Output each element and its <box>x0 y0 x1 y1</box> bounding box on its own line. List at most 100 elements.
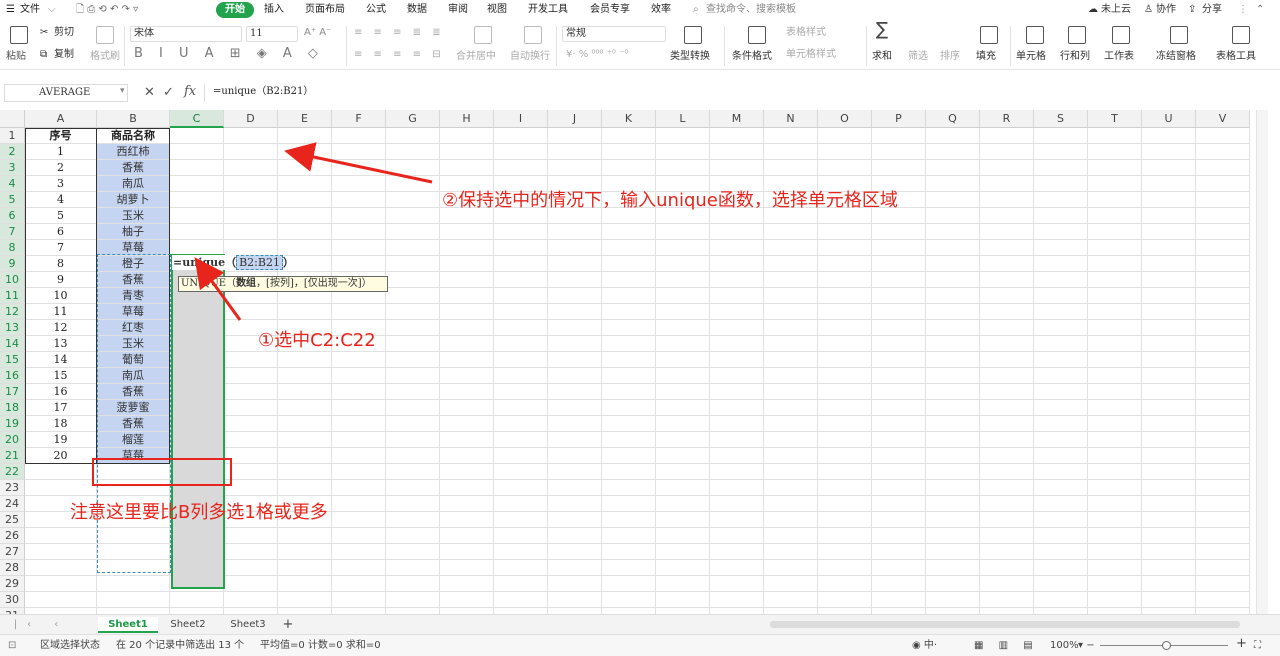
tab-page-layout[interactable]: 页面布局 <box>305 2 345 18</box>
hamburger-icon[interactable]: ☰ <box>6 2 15 18</box>
sheet-tab-2[interactable]: Sheet2 <box>160 617 216 633</box>
collab-icon[interactable]: ♙ <box>1144 2 1153 18</box>
worksheet-button[interactable]: 工作表 <box>1104 50 1134 64</box>
collapse-ribbon-icon[interactable]: ⌃ <box>1256 2 1264 18</box>
fullscreen-icon[interactable]: ⛶ <box>1254 639 1261 653</box>
share-icon[interactable]: ⇪ <box>1188 2 1196 18</box>
tab-insert[interactable]: 插入 <box>264 2 284 18</box>
arrow-step1 <box>194 257 242 321</box>
tab-efficiency[interactable]: 效率 <box>651 2 671 18</box>
align-bottom-icons[interactable]: ≡ ≡ ≡ ≡ ⊟ <box>354 48 445 62</box>
menu-file[interactable]: 文件 <box>20 2 40 18</box>
wrap-icon[interactable] <box>524 26 542 44</box>
merge-center-button[interactable]: 合并居中 <box>456 50 496 64</box>
sheet-tabs-bar: |‹ ‹ › ›| Sheet1 Sheet2 Sheet3 + <box>0 614 1280 646</box>
zoom-slider-thumb[interactable] <box>1162 641 1171 650</box>
search-icon[interactable]: ⌕ <box>693 2 699 18</box>
type-convert-icon[interactable] <box>684 26 702 44</box>
sum-icon[interactable]: ∑ <box>876 21 888 39</box>
row-col-icon[interactable] <box>1068 26 1086 44</box>
annotation-step1: ①选中C2:C22 <box>258 330 376 351</box>
sort-button[interactable]: 排序 <box>940 50 960 64</box>
font-size-select[interactable]: 11 <box>246 26 298 42</box>
font-grow-icon[interactable]: A⁺ A⁻ <box>304 26 331 40</box>
annotation-step2: ②保持选中的情况下，输入unique函数，选择单元格区域 <box>442 190 898 211</box>
format-painter-button[interactable]: 格式刷 <box>90 50 120 64</box>
copy-icon[interactable]: ⧉ <box>40 48 47 62</box>
filter-button[interactable]: 筛选 <box>908 50 928 64</box>
number-format-icons[interactable]: ¥· % ⁰⁰⁰ ⁺⁰ ⁻⁰ <box>566 48 628 62</box>
wrap-text-button[interactable]: 自动换行 <box>510 50 550 64</box>
cut-icon[interactable]: ✂ <box>40 26 48 40</box>
cut-button[interactable]: 剪切 <box>54 26 74 40</box>
name-box[interactable]: AVERAGE <box>4 84 128 102</box>
worksheet-icon[interactable] <box>1112 26 1130 44</box>
freeze-icon[interactable] <box>1170 26 1188 44</box>
sum-button[interactable]: 求和 <box>872 50 892 64</box>
cloud-status[interactable]: 未上云 <box>1101 2 1131 18</box>
more-icon[interactable]: ⋮ <box>1238 2 1248 18</box>
fill-icon[interactable] <box>980 26 998 44</box>
eye-icon[interactable]: ◉ 中· <box>912 639 937 653</box>
paste-icon[interactable] <box>10 26 28 44</box>
menu-bar: ☰ 文件 ⌵ 🗋 ⎙ ⟲ ↶ ↷ ▿ 开始 插入 页面布局 公式 数据 审阅 视… <box>0 0 1280 20</box>
horizontal-scrollbar[interactable] <box>770 621 1240 628</box>
cond-format-icon[interactable] <box>748 26 766 44</box>
type-convert-button[interactable]: 类型转换 <box>670 50 710 64</box>
collab-button[interactable]: 协作 <box>1156 2 1176 18</box>
divider <box>346 26 347 66</box>
align-top-icons[interactable]: ≡ ≡ ≡ ≣ ≣ <box>354 26 445 40</box>
sheet-tab-3[interactable]: Sheet3 <box>220 617 276 633</box>
share-button[interactable]: 分享 <box>1202 2 1222 18</box>
freeze-pane-button[interactable]: 冻结窗格 <box>1156 50 1196 64</box>
cancel-icon[interactable]: ✕ <box>144 85 155 100</box>
table-tools-icon[interactable] <box>1232 26 1250 44</box>
sheet-nav-icons[interactable]: |‹ ‹ › ›| <box>6 617 76 646</box>
number-format-select[interactable]: 常规 <box>562 26 666 42</box>
cell-icon[interactable] <box>1026 26 1044 44</box>
cond-format-button[interactable]: 条件格式 <box>732 50 772 64</box>
tab-developer[interactable]: 开发工具 <box>528 2 568 18</box>
cell-button[interactable]: 单元格 <box>1016 50 1046 64</box>
ribbon-toolbar: 粘贴 ✂ 剪切 ⧉ 复制 格式刷 宋体 11 A⁺ A⁻ B I U A ⊞ ◈… <box>0 20 1280 70</box>
tab-formula[interactable]: 公式 <box>366 2 386 18</box>
sheet-tab-1[interactable]: Sheet1 <box>98 617 158 633</box>
tab-review[interactable]: 审阅 <box>448 2 468 18</box>
add-sheet-icon[interactable]: + <box>280 617 296 633</box>
divider <box>124 26 125 66</box>
fx-icon[interactable]: fx <box>184 84 196 99</box>
paste-button[interactable]: 粘贴 <box>6 50 26 64</box>
font-name-select[interactable]: 宋体 <box>130 26 242 42</box>
quick-access-icons[interactable]: 🗋 ⎙ ⟲ ↶ ↷ ▿ <box>76 2 138 18</box>
format-painter-icon[interactable] <box>96 26 114 44</box>
row-col-button[interactable]: 行和列 <box>1060 50 1090 64</box>
fill-button[interactable]: 填充 <box>976 50 996 64</box>
cloud-icon[interactable]: ☁ <box>1088 2 1098 18</box>
divider <box>1010 26 1011 66</box>
status-mode-icon: ⊡ <box>8 640 17 651</box>
chevron-down-icon[interactable]: ▾ <box>120 86 125 96</box>
zoom-in-icon[interactable]: + <box>1236 637 1247 651</box>
chevron-down-icon[interactable]: ⌵ <box>48 2 56 18</box>
formula-bar: AVERAGE ▾ ✕ ✓ fx =unique（B2:B21） <box>0 82 1280 104</box>
tab-view[interactable]: 视图 <box>487 2 507 18</box>
divider <box>556 26 557 66</box>
table-style-button[interactable]: 表格样式 <box>786 26 826 40</box>
command-search-input[interactable]: 查找命令、搜索模板 <box>706 2 796 18</box>
vertical-scrollbar[interactable] <box>1256 110 1268 614</box>
tab-data[interactable]: 数据 <box>407 2 427 18</box>
cell-style-button[interactable]: 单元格样式 <box>786 48 836 62</box>
tab-member[interactable]: 会员专享 <box>590 2 630 18</box>
spreadsheet-grid[interactable]: ABCDEFGHIJKLMNOPQRSTUV 1 2 3 4 5 6 7 8 9 10 11 12 13… <box>0 110 1268 614</box>
view-mode-icons[interactable]: ▦ ▥ ▤ <box>974 639 1039 653</box>
formula-input[interactable]: =unique（B2:B21） <box>204 84 1264 102</box>
zoom-out-icon[interactable]: ▾ − <box>1078 639 1095 653</box>
tab-home[interactable]: 开始 <box>216 2 254 18</box>
table-tools-button[interactable]: 表格工具 <box>1216 50 1256 64</box>
copy-button[interactable]: 复制 <box>54 48 74 62</box>
confirm-icon[interactable]: ✓ <box>163 85 174 100</box>
divider <box>724 26 725 66</box>
font-style-icons[interactable]: B I U A ⊞ ◈ A ◇ <box>134 47 324 61</box>
zoom-level[interactable]: 100% <box>1050 639 1079 653</box>
merge-icon[interactable] <box>474 26 492 44</box>
